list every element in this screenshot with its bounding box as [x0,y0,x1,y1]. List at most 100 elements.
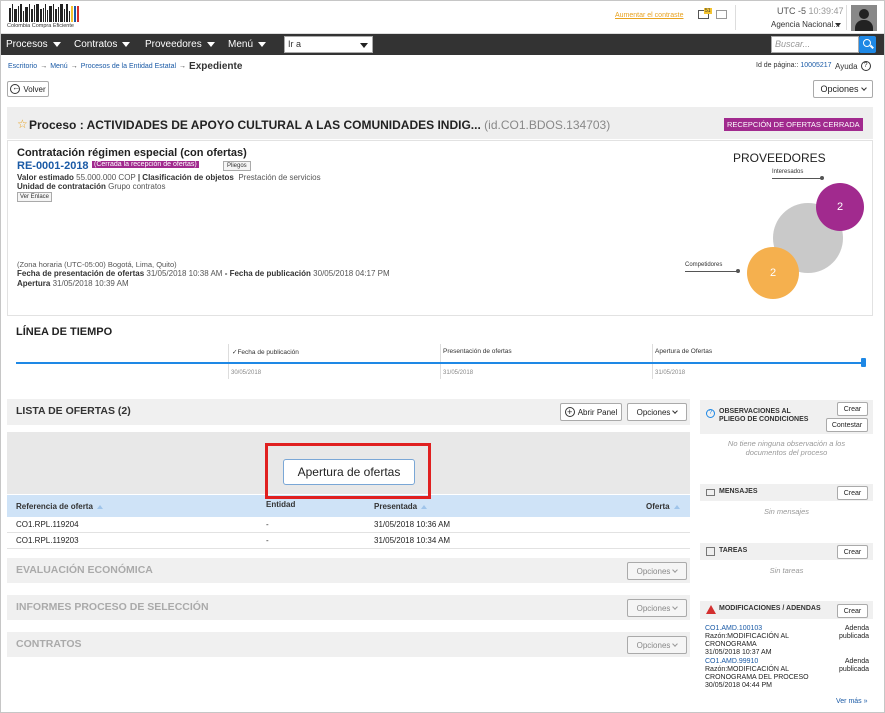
go-to-select[interactable]: Ir a [284,36,373,53]
contract-type: Contratación régimen especial (con ofert… [17,147,247,159]
nav-procesos[interactable]: Procesos [6,39,61,50]
tareas-crear-button[interactable]: Crear [837,545,868,559]
contratos-options-button[interactable]: Opciones [627,636,687,654]
observaciones-crear-button[interactable]: Crear [837,402,868,416]
avatar[interactable] [851,5,877,31]
info-icon: ? [706,409,715,418]
ver-mas-link[interactable]: Ver más » [836,698,868,705]
event-label: Fecha de publicación [237,349,299,356]
mensajes-title: MENSAJES [719,488,758,495]
clasif-value: Prestación de servicios [238,173,321,182]
modificaciones-crear-button[interactable]: Crear [837,604,868,618]
search-icon[interactable] [859,36,876,53]
informes-title[interactable]: INFORMES PROCESO DE SELECCIÓN [16,601,209,613]
breadcrumb-procesos[interactable]: Procesos de la Entidad Estatal [81,63,176,70]
page-title: Proceso : ACTIVIDADES DE APOYO CULTURAL … [29,118,610,132]
nav-menu[interactable]: Menú [228,39,267,50]
observaciones-title: OBSERVACIONES AL PLIEGO DE CONDICIONES [719,408,809,423]
legend-dot [820,176,824,180]
col-entidad[interactable]: Entidad [266,500,295,509]
timeline-event-label: Presentación de ofertas [443,348,512,355]
divider [735,5,736,30]
timeline-date: 30/05/2018 [231,370,262,376]
competidores-bubble[interactable]: 2 [747,247,799,299]
apertura-value: 31/05/2018 10:39 AM [52,279,129,288]
notification-badge: 51 [704,8,712,14]
nav-contratos[interactable]: Contratos [74,39,131,50]
valor-value: 55.000.000 COP [76,173,136,182]
interesados-bubble[interactable]: 2 [816,183,864,231]
table-row[interactable] [7,533,690,549]
mensajes-empty: Sin mensajes [763,507,810,516]
unidad-line: Unidad de contratación Grupo contratos [17,182,166,191]
nav-label: Procesos [6,39,48,50]
evaluacion-title[interactable]: EVALUACIÓN ECONÓMICA [16,564,153,576]
col-oferta[interactable]: Oferta [646,502,680,511]
col-label: Presentada [374,502,418,511]
ofertas-title: LISTA DE OFERTAS (2) [16,405,131,417]
back-arrow-icon [10,83,21,94]
star-icon[interactable]: ☆ [17,117,28,131]
adenda-link[interactable]: CO1.AMD.100103 [705,625,815,633]
chevron-down-icon [122,42,131,47]
chevron-down-icon [360,43,368,48]
app-window: Colombia Compra Eficiente Aumentar el co… [0,0,885,713]
page-id: Id de página:: 10005217 [756,62,832,69]
chevron-down-icon[interactable] [835,23,841,27]
cell-referencia[interactable]: CO1.RPL.119203 [16,536,79,545]
chevron-down-icon [258,42,267,47]
options-label: Opciones [636,566,671,576]
reference-link[interactable]: RE-0001-2018 [17,160,89,172]
proveedores-title: PROVEEDORES [733,151,826,165]
fecha-pub-value: 30/05/2018 04:17 PM [313,269,390,278]
breadcrumb-escritorio[interactable]: Escritorio [8,63,37,70]
timeline-date: 31/05/2018 [443,370,474,376]
contrast-link[interactable]: Aumentar el contraste [615,12,683,19]
page-id-value[interactable]: 10005217 [800,62,831,69]
informes-options-button[interactable]: Opciones [627,599,687,617]
calendar-icon[interactable] [716,10,727,19]
breadcrumb: Escritorio → Menú → Procesos de la Entidad… [8,61,242,72]
valor-line: Valor estimado 55.000.000 COP | Clasific… [17,173,321,182]
colombia-compra-logo[interactable]: Colombia Compra Eficiente [7,4,83,30]
unidad-value: Grupo contratos [108,182,166,191]
cell-referencia[interactable]: CO1.RPL.119204 [16,520,79,529]
timeline-track [16,362,866,364]
legend-dot [736,269,740,273]
timeline-handle[interactable] [861,358,866,367]
pliegos-button[interactable]: Pliegos [223,161,251,171]
options-label: Opciones [636,640,671,650]
time: 10:39:47 [808,6,844,16]
table-row[interactable] [7,517,690,533]
col-referencia[interactable]: Referencia de oferta [16,502,103,511]
evaluacion-options-button[interactable]: Opciones [627,562,687,580]
agency-selector[interactable]: Agencia Nacional... [771,20,840,29]
logo-caption: Colombia Compra Eficiente [7,23,74,29]
help-link[interactable]: Ayuda? [835,61,871,71]
search-input[interactable]: Buscar... [771,36,859,53]
options-button[interactable]: Opciones [813,80,873,98]
adenda-razon: Razón:MODIFICACIÓN AL CRONOGRAMA [705,633,789,648]
col-presentada[interactable]: Presentada [374,502,428,511]
chevron-down-icon [672,640,679,647]
contratos-title[interactable]: CONTRATOS [16,638,82,650]
back-button[interactable]: Volver [7,81,49,97]
ver-enlace-button[interactable]: Ver Enlace [17,192,53,202]
chevron-down-icon [672,603,679,610]
adenda-link[interactable]: CO1.AMD.99910 [705,658,815,666]
sort-icon [673,504,680,509]
clasif-label: | Clasificación de objetos [137,173,234,182]
mensajes-crear-button[interactable]: Crear [837,486,868,500]
nav-proveedores[interactable]: Proveedores [145,39,215,50]
contestar-button[interactable]: Contestar [826,418,868,432]
breadcrumb-menu[interactable]: Menú [50,63,68,70]
abrir-panel-button[interactable]: + Abrir Panel [560,403,622,421]
ofertas-options-button[interactable]: Opciones [627,403,687,421]
barcode-logo-icon [9,4,80,22]
apertura-label: Apertura [17,279,51,288]
clock: UTC -5 10:39:47 [777,6,844,16]
contratos-section-bar [7,632,690,657]
adenda-item: CO1.AMD.100103 Razón:MODIFICACIÓN AL CRO… [705,625,815,657]
adenda-razon: Razón:MODIFICACIÓN AL CRONOGRAMA DEL PRO… [705,666,809,681]
legend-line [772,178,822,179]
